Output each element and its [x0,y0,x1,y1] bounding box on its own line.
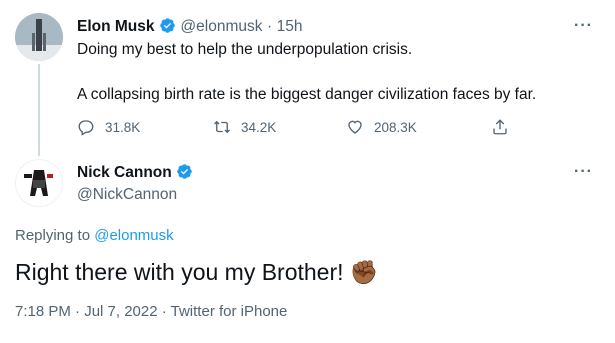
nick-avatar[interactable] [15,159,63,207]
elon-avatar[interactable] [15,13,63,61]
dot-separator: · [266,18,273,35]
parent-tweet-header: Elon Musk @elonmusk · 15h [77,17,302,36]
like-count: 208.3K [374,119,417,135]
reply-tweet-header: Nick Cannon [77,163,193,182]
author-name[interactable]: Elon Musk [77,18,155,35]
reply-text: Right there with you my Brother! ✊🏾 [15,257,379,287]
replying-prefix: Replying to [15,227,91,244]
share-icon [493,119,507,135]
tweet-text-line2: A collapsing birth rate is the biggest d… [77,86,537,103]
author-handle[interactable]: @NickCannon [77,186,177,204]
author-name[interactable]: Nick Cannon [77,164,172,181]
tweet-time[interactable]: 15h [277,18,303,35]
heart-icon [348,120,362,134]
verified-badge-icon [160,18,175,33]
share-action[interactable] [491,118,519,136]
retweet-action[interactable]: 34.2K [213,118,276,136]
raised-fist-emoji: ✊🏾 [349,259,379,285]
rocket-avatar-image [15,13,63,61]
reply-text-body: Right there with you my Brother! [15,259,344,285]
reply-icon [78,120,94,136]
retweet-count: 34.2K [241,119,277,135]
replying-to-link[interactable]: @elonmusk [94,227,173,244]
tweet-text-line1: Doing my best to help the underpopulatio… [77,41,413,58]
more-options-icon[interactable]: ··· [574,163,593,181]
reply-count: 31.8K [105,119,141,135]
author-handle[interactable]: @elonmusk [180,18,262,35]
ncredible-logo-avatar-image [17,161,61,205]
tweet-timestamp[interactable]: 7:18 PM · Jul 7, 2022 · Twitter for iPho… [15,303,287,320]
reply-action[interactable]: 31.8K [77,118,140,136]
retweet-icon [214,120,230,134]
like-action[interactable]: 208.3K [346,118,417,136]
more-options-icon[interactable]: ··· [574,17,593,35]
thread-line [38,64,40,156]
verified-badge-icon [177,164,192,179]
replying-to-line: Replying to @elonmusk [15,227,174,244]
